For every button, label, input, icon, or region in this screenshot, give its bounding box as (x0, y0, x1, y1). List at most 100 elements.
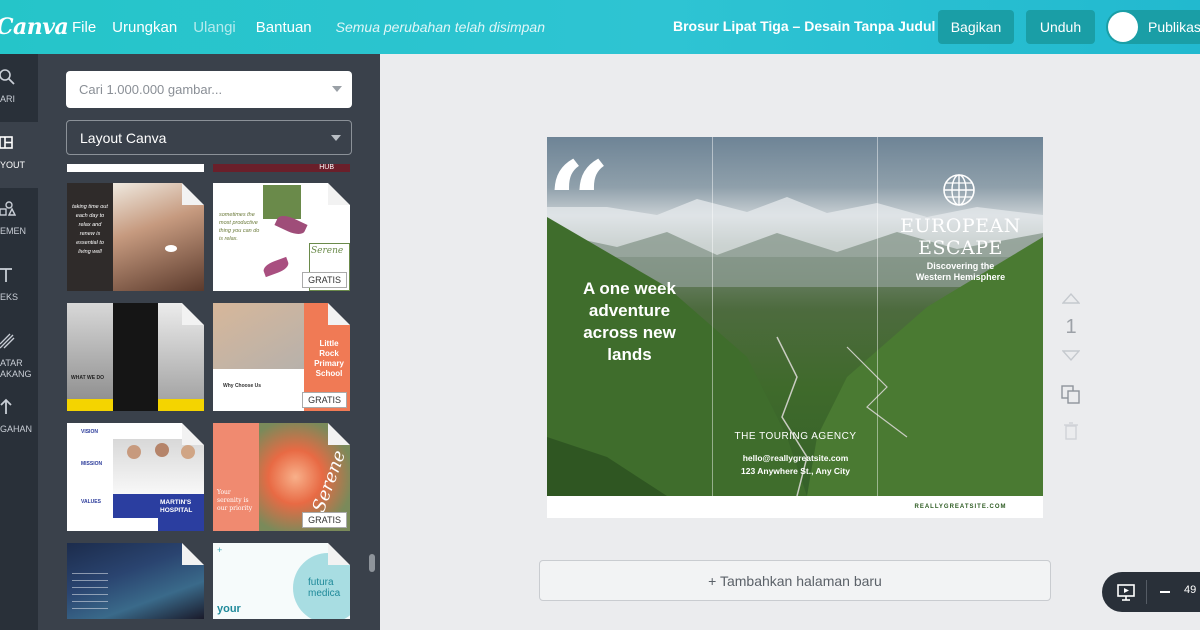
email-text: hello@reallygreatsite.com (742, 453, 849, 463)
layout-thumb-serene-flower[interactable]: Your serenity is our priority Serene GRA… (213, 423, 350, 531)
rail-label: ARI (0, 94, 16, 104)
share-button[interactable]: Bagikan (938, 10, 1014, 44)
agency-name[interactable]: THE TOURING AGENCY (713, 431, 878, 442)
thumb-title: Serene (311, 246, 344, 256)
layout-select[interactable]: Layout Canva (66, 120, 352, 155)
divider (1146, 580, 1147, 604)
menu-help[interactable]: Bantuan (256, 19, 312, 36)
layout-thumb-dark[interactable]: WHAT WE DO (67, 303, 204, 411)
page-down-icon[interactable] (1062, 350, 1080, 362)
download-button[interactable]: Unduh (1026, 10, 1095, 44)
page-up-icon[interactable] (1062, 292, 1080, 304)
publish-label: Publikas (1148, 19, 1200, 35)
editor-canvas: “ A one week adventure across new lands … (380, 54, 1200, 630)
layout-select-value: Layout Canva (80, 129, 167, 146)
saved-status: Semua perubahan telah disimpan (335, 19, 546, 35)
thumb-text: sometimes the most productive thing you … (219, 212, 260, 242)
thumb-mission: MISSION (81, 461, 103, 467)
rail-label: EKS (0, 292, 19, 302)
menu-file[interactable]: File (72, 19, 96, 36)
zoom-level[interactable]: 49 (1184, 584, 1196, 596)
rail-elements[interactable]: EMEN (0, 188, 38, 254)
thumb-title: Little Rock Primary School (314, 339, 344, 378)
rail-search[interactable]: ARI (0, 56, 38, 122)
layout-thumb-space[interactable] (67, 543, 204, 619)
layout-thumb-little-rock[interactable]: Why Choose Us Little Rock Primary School… (213, 303, 350, 411)
search-icon (0, 69, 15, 85)
layout-thumb-serene[interactable]: sometimes the most productive thing you … (213, 183, 350, 291)
rail-label: ATAR AKANG (0, 358, 32, 379)
top-bar: Canva File Urungkan Ulangi Bantuan Semua… (0, 0, 1200, 54)
rail-uploads[interactable]: GAHAN (0, 386, 38, 452)
quote-mark[interactable]: “ (547, 147, 610, 257)
brochure-title[interactable]: EUROPEAN ESCAPE (878, 215, 1043, 259)
page-fold (182, 183, 204, 205)
menu-redo[interactable]: Ulangi (193, 19, 236, 36)
toggle-knob (1108, 12, 1138, 42)
document-title[interactable]: Brosur Lipat Tiga – Desain Tanpa Judul (673, 18, 935, 34)
thumb-title: MARTIN'S HOSPITAL (160, 499, 193, 514)
rail-label: EMEN (0, 226, 27, 236)
elements-icon (0, 201, 16, 216)
rail-label: GAHAN (0, 424, 33, 434)
brochure-subtitle[interactable]: Discovering the Western Hemisphere (878, 261, 1043, 283)
image-search-input[interactable]: Cari 1.000.000 gambar... (66, 71, 352, 108)
layout-thumb-partial[interactable]: HUB (213, 164, 350, 172)
title-line-2: ESCAPE (918, 237, 1003, 259)
chevron-down-icon[interactable] (332, 86, 342, 92)
brochure-page[interactable]: “ A one week adventure across new lands … (547, 137, 1043, 518)
publish-toggle[interactable]: Publikas (1106, 10, 1200, 44)
rail-label: YOUT (0, 160, 26, 170)
rail-text[interactable]: EKS (0, 254, 38, 320)
layout-icon (0, 136, 13, 149)
thumb-title: futura medica (308, 577, 341, 599)
subtitle-line-1: Discovering the (926, 261, 995, 271)
thumb-text: WHAT WE DO (71, 375, 104, 381)
icon-rail: ARI YOUT EMEN EKS ATAR AKANG GAHAN (0, 54, 38, 630)
rail-layout[interactable]: YOUT (0, 122, 38, 188)
website-text[interactable]: REALLYGREATSITE.COM (878, 504, 1043, 510)
free-badge: GRATIS (302, 392, 347, 408)
address-text: 123 Anywhere St., Any City (741, 466, 850, 476)
upload-icon (0, 398, 12, 414)
page-fold (328, 303, 350, 325)
thumb-label: HUB (319, 164, 334, 171)
layout-thumb-hospital[interactable]: VISION MISSION VALUES MARTIN'S HOSPITAL (67, 423, 204, 531)
menu-undo[interactable]: Urungkan (112, 19, 177, 36)
zoom-out-button[interactable] (1160, 591, 1170, 593)
duplicate-page-icon[interactable] (1061, 385, 1081, 405)
layouts-panel: Cari 1.000.000 gambar... Layout Canva HU… (38, 54, 380, 630)
subtitle-line-2: Western Hemisphere (915, 272, 1006, 282)
globe-icon[interactable] (942, 173, 976, 207)
background-icon (0, 333, 15, 349)
layout-thumb-spa[interactable]: taking time out each day to relax and re… (67, 183, 204, 291)
page-fold (328, 183, 350, 205)
thumb-vision: VISION (81, 429, 98, 435)
layout-thumb-futura[interactable]: + futura medica your (213, 543, 350, 619)
thumb-text: taking time out each day to relax and re… (72, 204, 108, 255)
present-icon[interactable] (1116, 583, 1136, 601)
layout-thumb-partial[interactable] (67, 164, 204, 172)
page-fold (328, 543, 350, 565)
contact-block[interactable]: hello@reallygreatsite.com 123 Anywhere S… (713, 452, 878, 478)
rail-background[interactable]: ATAR AKANG (0, 320, 38, 386)
thumb-text: Your serenity is our priority (217, 489, 253, 512)
page-number: 1 (1065, 316, 1077, 338)
page-fold (182, 303, 204, 325)
tagline-text[interactable]: A one week adventure across new lands (562, 278, 697, 366)
add-new-page-button[interactable]: + Tambahkan halaman baru (539, 560, 1051, 601)
trash-icon[interactable] (1063, 422, 1079, 440)
title-line-1: EUROPEAN (900, 215, 1021, 237)
free-badge: GRATIS (302, 512, 347, 528)
panel-scrollbar[interactable] (369, 554, 375, 572)
thumb-text: your (217, 603, 241, 615)
zoom-control: 49 (1102, 572, 1200, 612)
page-fold (328, 423, 350, 445)
text-icon (0, 268, 12, 282)
page-fold (182, 543, 204, 565)
thumb-values: VALUES (81, 499, 101, 505)
page-fold (182, 423, 204, 445)
canva-logo[interactable]: Canva (0, 14, 69, 40)
search-placeholder: Cari 1.000.000 gambar... (79, 82, 223, 97)
thumb-text: Why Choose Us (223, 383, 262, 389)
